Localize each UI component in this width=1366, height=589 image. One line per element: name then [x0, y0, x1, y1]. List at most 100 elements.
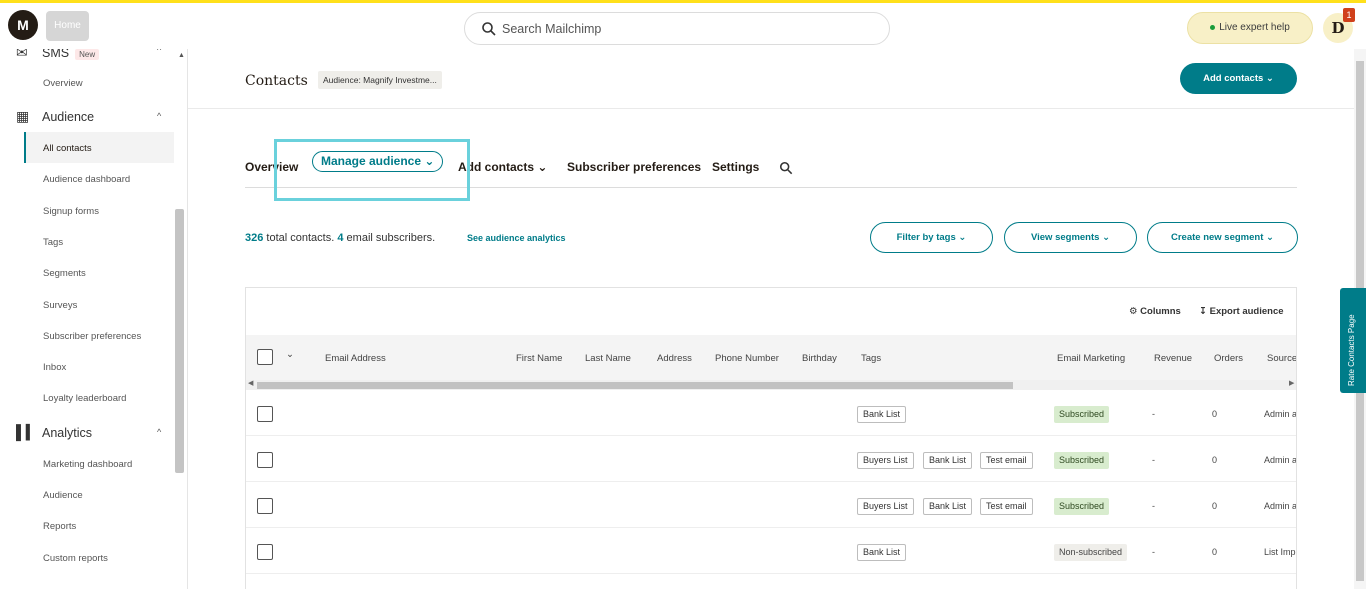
table-row[interactable]: Bank List Subscribed - 0 Admin a [246, 390, 1297, 436]
filter-by-tags-label: Filter by tags [896, 232, 956, 243]
tag-chip[interactable]: Bank List [857, 544, 907, 561]
search-icon[interactable] [779, 161, 793, 175]
download-icon: ↧ [1199, 306, 1207, 317]
create-new-segment-button[interactable]: Create new segment ⌄ [1147, 222, 1298, 253]
orders-cell: 0 [1212, 409, 1218, 419]
column-phone-number[interactable]: Phone Number [715, 353, 779, 364]
table-row[interactable]: Buyers List Bank List Test email Subscri… [246, 436, 1296, 482]
top-bar: M Home Search Mailchimp Live expert help… [0, 3, 1366, 49]
sidebar-section-audience[interactable]: ▦ Audience [16, 108, 94, 125]
row-checkbox[interactable] [257, 544, 273, 560]
tab-settings[interactable]: Settings [712, 160, 759, 174]
contacts-summary: 326 total contacts. 4 email subscribers. [245, 232, 435, 244]
sidebar-item-inbox[interactable]: Inbox [43, 362, 66, 373]
chevron-down-icon: ⌄ [1266, 232, 1274, 243]
tag-chip[interactable]: Test email [980, 498, 1033, 515]
rate-contacts-page-tab[interactable]: Rate Contacts Page [1340, 288, 1366, 393]
column-revenue[interactable]: Revenue [1154, 353, 1192, 364]
main-content: Contacts Audience: Magnify Investme... A… [188, 49, 1354, 589]
notification-badge: 1 [1343, 8, 1355, 22]
scroll-left-icon[interactable]: ◀ [248, 379, 253, 387]
columns-button[interactable]: ⚙ Columns [1129, 306, 1181, 317]
status-badge: Subscribed [1054, 406, 1110, 423]
sidebar-item-subscriber-preferences[interactable]: Subscriber preferences [43, 331, 141, 342]
sidebar-scrollbar[interactable] [175, 209, 184, 473]
add-contacts-button[interactable]: Add contacts ⌄ [1180, 63, 1297, 94]
row-checkbox[interactable] [257, 452, 273, 468]
columns-label: Columns [1140, 306, 1181, 317]
column-birthday[interactable]: Birthday [802, 353, 837, 364]
column-address[interactable]: Address [657, 353, 692, 364]
table-row[interactable]: Bank List Non-subscribed - 0 List Imp [246, 528, 1296, 574]
sidebar: ✉ SMS New ^ Overview ▦ Audience ^ All conta… [0, 49, 188, 589]
tutorial-highlight-box [274, 139, 470, 201]
total-contacts-text: total contacts. [266, 232, 335, 244]
search-icon [482, 22, 496, 36]
status-badge: Subscribed [1054, 452, 1110, 469]
sidebar-item-segments[interactable]: Segments [43, 268, 86, 279]
live-expert-help-button[interactable]: Live expert help [1187, 12, 1313, 44]
tag-chip[interactable]: Bank List [923, 498, 973, 515]
column-source[interactable]: Source [1267, 353, 1296, 364]
sidebar-item-audience-dashboard[interactable]: Audience dashboard [43, 174, 130, 185]
column-last-name[interactable]: Last Name [585, 353, 631, 364]
chevron-down-icon: ⌄ [1265, 73, 1274, 84]
sidebar-item-signup-forms[interactable]: Signup forms [43, 206, 99, 217]
tag-chip[interactable]: Bank List [857, 406, 907, 423]
sms-icon: ✉ [16, 49, 28, 60]
scrollbar-thumb[interactable] [257, 382, 1013, 389]
tag-chip[interactable]: Buyers List [857, 452, 914, 469]
sidebar-item-marketing-dashboard[interactable]: Marketing dashboard [43, 459, 132, 470]
sidebar-audience-label: Audience [42, 110, 95, 124]
orders-cell: 0 [1212, 501, 1218, 511]
sidebar-item-reports[interactable]: Reports [43, 521, 76, 532]
audience-selector[interactable]: Audience: Magnify Investme... [318, 71, 442, 89]
mailchimp-logo-icon[interactable]: M [8, 10, 38, 40]
scroll-right-icon[interactable]: ▶ [1289, 379, 1294, 387]
column-orders[interactable]: Orders [1214, 353, 1243, 364]
column-first-name[interactable]: First Name [516, 353, 562, 364]
export-audience-button[interactable]: ↧ Export audience [1199, 306, 1284, 317]
select-all-checkbox[interactable] [257, 349, 273, 365]
column-email-marketing[interactable]: Email Marketing [1057, 353, 1125, 364]
source-cell: Admin a [1264, 409, 1297, 419]
sms-chevron-icon[interactable]: ^ [157, 49, 161, 55]
analytics-chevron-icon[interactable]: ^ [157, 427, 161, 437]
analytics-icon: ▌▍ [16, 424, 37, 440]
email-subscribers-text: email subscribers. [346, 232, 436, 244]
column-email-address[interactable]: Email Address [325, 353, 386, 364]
row-checkbox[interactable] [257, 406, 273, 422]
see-audience-analytics-link[interactable]: See audience analytics [467, 233, 566, 243]
tab-subscriber-preferences[interactable]: Subscriber preferences [567, 160, 701, 174]
sidebar-section-analytics[interactable]: ▌▍ Analytics [16, 424, 92, 441]
view-segments-label: View segments [1030, 232, 1100, 243]
sidebar-item-sms[interactable]: ✉ SMS New [16, 49, 100, 61]
scroll-up-icon[interactable]: ▲ [178, 52, 185, 59]
online-dot-icon [1210, 24, 1216, 30]
sidebar-item-custom-reports[interactable]: Custom reports [43, 553, 108, 564]
table-horizontal-scrollbar[interactable]: ◀ ▶ [246, 379, 1296, 390]
gear-icon: ⚙ [1129, 306, 1138, 317]
view-segments-button[interactable]: View segments ⌄ [1004, 222, 1137, 253]
table-row[interactable]: Buyers List Bank List Test email Subscri… [246, 482, 1296, 528]
tag-chip[interactable]: Buyers List [857, 498, 914, 515]
tag-chip[interactable]: Bank List [923, 452, 973, 469]
sidebar-item-tags[interactable]: Tags [43, 237, 63, 248]
revenue-cell: - [1152, 547, 1155, 557]
sidebar-item-overview[interactable]: Overview [43, 78, 83, 89]
row-checkbox[interactable] [257, 498, 273, 514]
sidebar-item-analytics-audience[interactable]: Audience [43, 490, 83, 501]
tag-chip[interactable]: Test email [980, 452, 1033, 469]
select-options-chevron-icon[interactable]: ⌄ [286, 349, 294, 360]
sidebar-item-all-contacts[interactable]: All contacts [43, 143, 92, 154]
sidebar-item-surveys[interactable]: Surveys [43, 300, 77, 311]
filter-by-tags-button[interactable]: Filter by tags ⌄ [870, 222, 993, 253]
tab-add-contacts[interactable]: Add contacts ⌄ [458, 160, 547, 174]
home-button[interactable]: Home [46, 11, 89, 41]
column-tags[interactable]: Tags [861, 353, 881, 364]
sidebar-item-loyalty-leaderboard[interactable]: Loyalty leaderboard [43, 393, 126, 404]
search-input[interactable]: Search Mailchimp [464, 12, 890, 45]
chevron-down-icon: ⌄ [958, 232, 967, 243]
audience-chevron-icon[interactable]: ^ [157, 111, 161, 121]
search-placeholder: Search Mailchimp [502, 22, 602, 36]
